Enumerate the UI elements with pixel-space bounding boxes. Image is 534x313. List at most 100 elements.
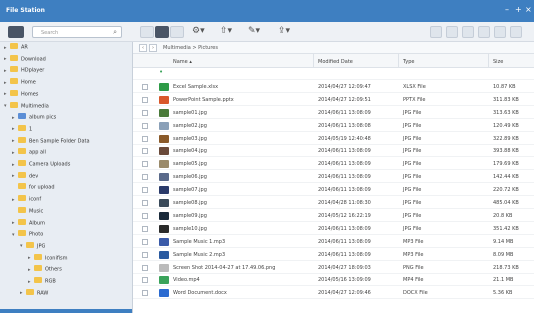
- row-checkbox[interactable]: [142, 251, 148, 258]
- tree-item[interactable]: ▾ JPG: [20, 241, 46, 252]
- list-view-button[interactable]: [155, 26, 169, 38]
- detail-view-button[interactable]: [170, 26, 184, 38]
- tree-item[interactable]: ▸ RGB: [28, 277, 56, 287]
- table-row[interactable]: sample04.jpg 2014/06/11 13:08:09 JPG File 3…: [133, 145, 534, 158]
- file-name: sample01.jpg: [173, 109, 207, 116]
- file-type: JPG File: [403, 212, 422, 219]
- row-checkbox[interactable]: [142, 212, 148, 219]
- tree-item[interactable]: ▾ Multimedia: [4, 101, 49, 112]
- toolbar-button-a[interactable]: [430, 26, 442, 38]
- column-size[interactable]: Size: [493, 59, 503, 65]
- table-row[interactable]: sample01.jpg 2014/06/11 13:08:09 JPG File 3…: [133, 107, 534, 119]
- modified-date: 2014/06/11 13:08:09: [318, 187, 371, 194]
- table-row[interactable]: sample02.jpg 2014/06/11 13:08:08 JPG File 1…: [133, 120, 534, 132]
- row-checkbox[interactable]: [142, 225, 148, 232]
- tree-item[interactable]: ▸ Download: [4, 54, 46, 65]
- tree-item[interactable]: ▸ AR: [4, 43, 28, 53]
- tree-item[interactable]: ▸ Homes: [4, 89, 38, 100]
- table-row[interactable]: Sample Music 2.mp3 2014/06/11 13:08:09 MP3…: [133, 249, 534, 261]
- row-checkbox[interactable]: [142, 238, 148, 245]
- tree-item[interactable]: ▸ HDplayer: [4, 66, 44, 76]
- modified-date: 2014/04/27 12:09:46: [318, 290, 371, 297]
- tree-item[interactable]: Music: [12, 206, 43, 217]
- tree-toggle-button[interactable]: [8, 26, 24, 38]
- table-row[interactable]: Excel Sample.xlsx 2014/04/27 12:09:47 XLSX…: [133, 81, 534, 93]
- column-name[interactable]: Name ▴: [173, 59, 192, 65]
- toolbar-button-d[interactable]: [478, 26, 490, 38]
- tools-icon[interactable]: ✎▾: [248, 27, 260, 36]
- tree-item[interactable]: ▸ iconf: [12, 195, 41, 205]
- tree-item[interactable]: ▸ Others: [28, 265, 62, 275]
- table-row[interactable]: sample06.jpg 2014/06/11 13:08:09 JPG File 1…: [133, 171, 534, 184]
- table-row[interactable]: sample03.jpg 2014/05/19 12:40:48 JPG File 3…: [133, 133, 534, 145]
- table-row[interactable]: Video.mp4 2014/05/16 13:09:09 MP4 File 21.1…: [133, 274, 534, 287]
- table-row[interactable]: Screen Shot 2014-04-27 at 17.49.06.png 20…: [133, 262, 534, 274]
- close-button[interactable]: ×: [525, 6, 532, 14]
- file-thumbnail-icon: [159, 263, 169, 272]
- tree-item[interactable]: ▸ Iconifism: [28, 253, 67, 264]
- tree-item[interactable]: ▸ album pics: [12, 113, 56, 123]
- table-row[interactable]: sample09.jpg 2014/05/12 16:22:19 JPG File 2…: [133, 210, 534, 222]
- forward-button[interactable]: ›: [149, 44, 157, 52]
- table-row[interactable]: PowerPoint Sample.pptx 2014/04/27 12:09:5…: [133, 94, 534, 106]
- tree-item[interactable]: ▸ dev: [12, 171, 38, 182]
- column-modified[interactable]: Modified Date: [318, 59, 353, 65]
- row-checkbox[interactable]: [142, 96, 148, 103]
- info-button[interactable]: [494, 26, 506, 38]
- file-name: Screen Shot 2014-04-27 at 17.49.06.png: [173, 264, 276, 271]
- minimize-button[interactable]: –: [505, 6, 509, 14]
- file-thumbnail-icon: [159, 121, 169, 130]
- folder-icon: [18, 124, 26, 131]
- table-row[interactable]: Word Document.docx 2014/04/27 12:09:46 DOC…: [133, 287, 534, 300]
- tree-item[interactable]: for upload: [12, 183, 55, 193]
- row-checkbox[interactable]: [142, 122, 148, 129]
- folder-icon: [10, 101, 18, 108]
- row-checkbox[interactable]: [142, 83, 148, 90]
- toolbar-button-c[interactable]: [462, 26, 474, 38]
- row-checkbox[interactable]: [142, 200, 148, 206]
- row-checkbox[interactable]: [142, 290, 148, 297]
- file-thumbnail-icon: [159, 173, 169, 182]
- file-size: 220.72 KB: [493, 187, 519, 194]
- tree-item[interactable]: ▸ Camera Uploads: [12, 160, 71, 170]
- tree-item[interactable]: ▸ RAW: [20, 288, 48, 299]
- row-checkbox[interactable]: [142, 135, 148, 142]
- modified-date: 2014/05/12 16:22:19: [318, 212, 371, 219]
- tree-item-label: JPG: [37, 243, 46, 250]
- toolbar-button-b[interactable]: [446, 26, 458, 38]
- table-row[interactable]: sample05.jpg 2014/06/11 13:08:09 JPG File 1…: [133, 158, 534, 171]
- file-type: JPG File: [403, 148, 422, 155]
- back-button[interactable]: ‹: [139, 44, 147, 52]
- tree-item[interactable]: ▸ Home: [4, 78, 36, 88]
- more-actions-icon[interactable]: ⚙▾: [192, 27, 205, 36]
- tree-item[interactable]: ▸ app all: [12, 148, 46, 158]
- folder-icon: [18, 195, 26, 202]
- tree-item[interactable]: ▸ Ben Sample Folder Data: [12, 136, 90, 147]
- upload-icon[interactable]: ⇧▾: [220, 27, 232, 36]
- table-row[interactable]: •: [133, 68, 534, 80]
- table-row[interactable]: sample10.jpg 2014/06/11 13:08:09 JPG File 3…: [133, 223, 534, 235]
- row-checkbox[interactable]: [142, 109, 148, 116]
- file-size: 8.09 MB: [493, 251, 514, 258]
- maximize-button[interactable]: +: [515, 6, 522, 14]
- table-row[interactable]: sample07.jpg 2014/06/11 13:08:09 JPG File 2…: [133, 184, 534, 197]
- search-input[interactable]: Search ⌕: [32, 26, 122, 38]
- row-checkbox[interactable]: [142, 148, 148, 155]
- file-size: 20.8 KB: [493, 212, 513, 219]
- tree-item-label: Camera Uploads: [29, 161, 71, 168]
- thumbnail-view-button[interactable]: [140, 26, 154, 38]
- table-row[interactable]: Sample Music 1.mp3 2014/06/11 13:08:09 MP3…: [133, 236, 534, 248]
- row-checkbox[interactable]: [142, 161, 148, 168]
- tree-item[interactable]: ▸ Album: [12, 218, 45, 229]
- row-checkbox[interactable]: [142, 174, 148, 181]
- row-checkbox[interactable]: [142, 277, 148, 284]
- table-row[interactable]: sample08.jpg 2014/04/28 11:08:30 JPG File 4…: [133, 197, 534, 209]
- tree-item[interactable]: ▸ 1: [12, 124, 32, 135]
- column-type[interactable]: Type: [403, 59, 414, 65]
- row-checkbox[interactable]: [142, 264, 148, 271]
- tree-item[interactable]: ▾ Photo: [12, 230, 43, 240]
- settings-button[interactable]: [510, 26, 522, 38]
- share-icon[interactable]: ⇪▾: [278, 27, 290, 36]
- file-name: sample03.jpg: [173, 135, 207, 142]
- row-checkbox[interactable]: [142, 187, 148, 194]
